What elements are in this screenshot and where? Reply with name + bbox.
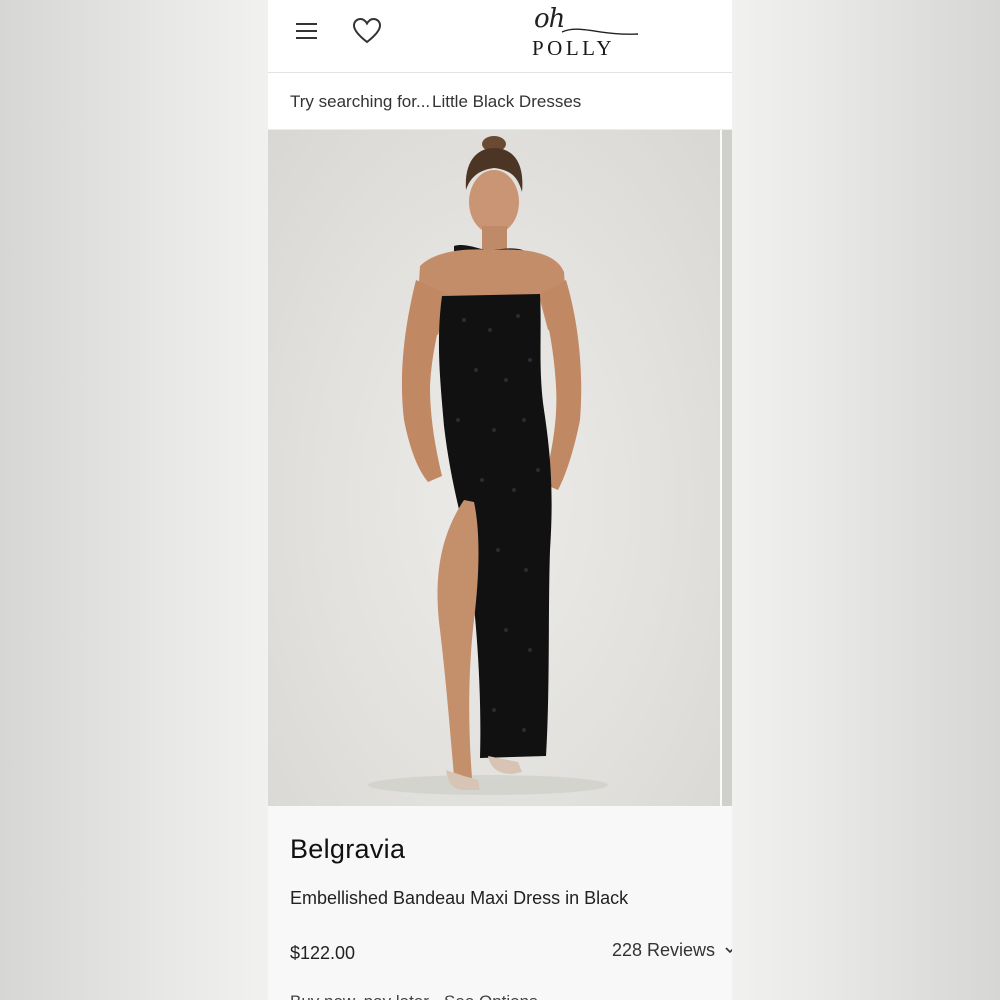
hamburger-menu-icon[interactable] (294, 20, 320, 42)
product-photo[interactable] (268, 130, 720, 806)
oh-polly-logo[interactable]: oh POLLY (530, 2, 642, 66)
search-prompt: Try searching for... (290, 92, 431, 111)
logo-wordmark: POLLY (532, 36, 616, 60)
heart-icon[interactable] (352, 17, 382, 45)
product-price: $122.00 (290, 943, 356, 963)
product-info: Belgravia Embellished Bandeau Maxi Dress… (268, 806, 732, 1000)
site-header: oh POLLY (268, 0, 732, 73)
reviews-link[interactable]: 228 Reviews (612, 940, 715, 961)
product-page: oh POLLY Try searching for... Little Bla… (268, 0, 732, 1000)
product-description: Embellished Bandeau Maxi Dress in Black (290, 888, 629, 908)
product-image-gallery[interactable] (268, 130, 732, 806)
next-photo-peek[interactable] (722, 130, 732, 806)
payment-options-text[interactable]: Buy now, pay later · See Options (290, 992, 538, 1000)
product-name: Belgravia (290, 834, 406, 864)
search-bar[interactable]: Try searching for... Little Black Dresse… (268, 73, 732, 130)
chevron-down-icon[interactable] (725, 945, 732, 955)
search-suggestion[interactable]: Little Black Dresses (432, 92, 581, 112)
model-illustration (368, 136, 608, 795)
